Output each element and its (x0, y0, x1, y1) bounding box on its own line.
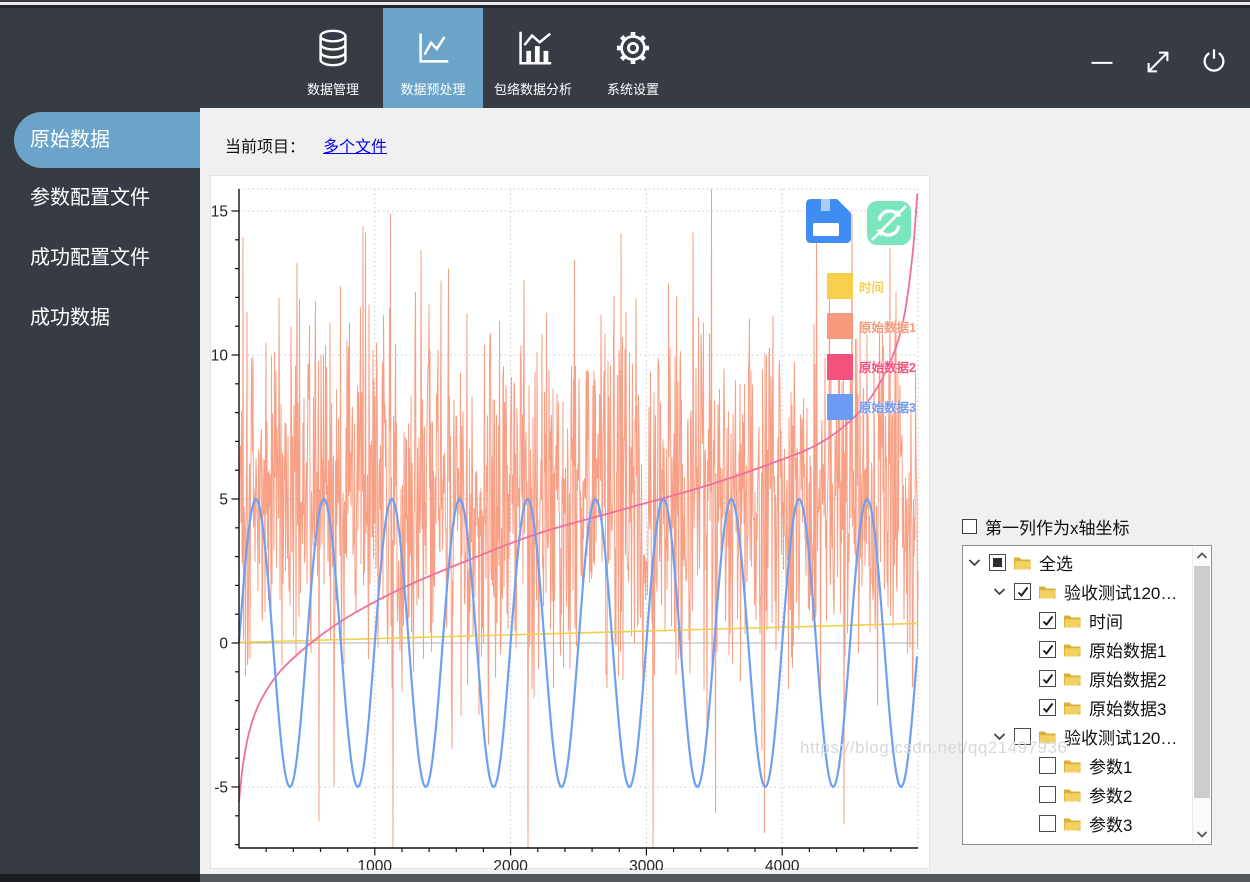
tree-checkbox[interactable] (1014, 583, 1031, 600)
toolbar: 数据管理 数据预处理 包络数据分析 系统设置 (0, 8, 1250, 108)
tab-envelope-analysis[interactable]: 包络数据分析 (483, 8, 583, 108)
tree-item-label: 时间 (1089, 613, 1123, 632)
tree-item-label: 参数3 (1089, 816, 1133, 835)
first-column-as-x-checkbox[interactable] (962, 519, 977, 534)
save-button[interactable] (806, 199, 851, 243)
folder-icon (1064, 673, 1082, 685)
folder-icon (1064, 702, 1082, 714)
minimize-button[interactable] (1086, 46, 1118, 78)
scrollbar-up-button[interactable] (1193, 547, 1211, 565)
floppy-disk-icon (806, 199, 851, 243)
tree-item-label: 原始数据1 (1089, 642, 1167, 661)
tree-row[interactable]: 参数2 (964, 780, 1192, 809)
tree-checkbox[interactable] (1039, 699, 1056, 716)
tree-item-label: 验收测试120… (1064, 729, 1178, 748)
data-tree-panel: 全选验收测试120… 时间原始数据1 原始数据2 原始数据3 验收测试120… 参数1 参数… (962, 545, 1212, 845)
tree-row[interactable]: 参数3 (964, 809, 1192, 838)
sidebar-item-label: 原始数据 (30, 129, 110, 151)
main-content: 当前项目： 多个文件 -5 0 5 10 15 1000 2000 3000 4000 时间原始数… (200, 108, 1250, 875)
gear-icon (611, 17, 655, 79)
folder-icon (1014, 557, 1032, 569)
sidebar-item-label: 成功数据 (30, 307, 110, 329)
sidebar-item-success-data[interactable]: 成功数据 (0, 294, 200, 342)
tree-item-label: 原始数据3 (1089, 700, 1167, 719)
window-bottom-edge (0, 874, 200, 882)
folder-icon (1064, 818, 1082, 830)
tree-row[interactable]: 时间 (964, 606, 1192, 635)
tab-label: 数据管理 (306, 82, 359, 97)
sync-disabled-icon (867, 201, 911, 245)
tree-checkbox[interactable] (989, 554, 1006, 571)
folder-icon (1064, 644, 1082, 656)
svg-text:15: 15 (211, 204, 228, 221)
tree-checkbox[interactable] (1039, 757, 1056, 774)
tab-system-settings[interactable]: 系统设置 (583, 8, 683, 108)
svg-text:5: 5 (219, 492, 228, 509)
tree-row[interactable]: 验收测试120… (964, 577, 1192, 606)
tree-item-label: 参数1 (1089, 758, 1133, 777)
project-label: 当前项目： (225, 139, 306, 156)
folder-icon (1064, 789, 1082, 801)
tree-scrollbar[interactable] (1192, 547, 1210, 843)
tree-row[interactable]: 全选 (964, 548, 1192, 577)
tree-row[interactable]: 原始数据2 (964, 664, 1192, 693)
tree-item-label: 验收测试120… (1064, 584, 1178, 603)
window-top-edge (0, 0, 1250, 8)
svg-text:4000: 4000 (765, 858, 800, 870)
tree-checkbox[interactable] (1039, 612, 1056, 629)
project-link[interactable]: 多个文件 (323, 139, 387, 156)
toolbar-tabs: 数据管理 数据预处理 包络数据分析 系统设置 (283, 8, 683, 108)
sidebar-item-raw-data[interactable]: 原始数据 (14, 112, 200, 168)
data-tree: 全选验收测试120… 时间原始数据1 原始数据2 原始数据3 验收测试120… 参数1 参数… (964, 548, 1192, 844)
window-controls (1086, 46, 1230, 78)
chevron-down-icon[interactable] (993, 587, 1014, 596)
sidebar-item-label: 成功配置文件 (30, 247, 150, 269)
svg-text:2000: 2000 (493, 858, 528, 870)
svg-text:0: 0 (219, 636, 228, 653)
chart-panel: -5 0 5 10 15 1000 2000 3000 4000 时间 原始数据1 原始数据2 原始数… (210, 175, 930, 875)
tab-label: 数据预处理 (400, 82, 466, 97)
chevron-down-icon[interactable] (968, 558, 989, 567)
line-chart-icon (412, 17, 454, 79)
watermark: https://blog.csdn.net/qq21497936 (800, 738, 1068, 757)
tree-checkbox[interactable] (1039, 786, 1056, 803)
svg-text:1000: 1000 (358, 858, 393, 870)
tab-data-management[interactable]: 数据管理 (283, 8, 383, 108)
tree-item-label: 原始数据2 (1089, 671, 1167, 690)
folder-icon (1064, 760, 1082, 772)
svg-text:3000: 3000 (629, 858, 664, 870)
power-button[interactable] (1198, 46, 1230, 78)
tree-item-label: 参数2 (1089, 787, 1133, 806)
tree-checkbox[interactable] (1039, 641, 1056, 658)
tab-label: 包络数据分析 (493, 82, 572, 97)
auto-refresh-toggle-button[interactable] (867, 201, 911, 245)
first-column-as-x-label: 第一列作为x轴坐标 (985, 519, 1130, 538)
folder-icon (1039, 586, 1057, 598)
sidebar: 原始数据 参数配置文件 成功配置文件 成功数据 (0, 108, 200, 874)
tree-row[interactable] (964, 838, 1192, 844)
chart: -5 0 5 10 15 1000 2000 3000 4000 (211, 188, 919, 875)
scrollbar-down-button[interactable] (1193, 825, 1211, 843)
bar-chart-icon (511, 17, 555, 79)
window-bottom-edge (200, 874, 1250, 882)
maximize-button[interactable] (1142, 46, 1174, 78)
tree-row[interactable]: 原始数据3 (964, 693, 1192, 722)
sidebar-item-label: 参数配置文件 (30, 187, 150, 209)
svg-text:10: 10 (211, 348, 228, 365)
current-project-row: 当前项目： 多个文件 (225, 133, 387, 157)
tree-item-label: 全选 (1039, 555, 1073, 574)
tab-data-preprocessing[interactable]: 数据预处理 (383, 8, 483, 108)
tree-checkbox[interactable] (1039, 815, 1056, 832)
x-axis-option-row: 第一列作为x轴坐标 (962, 514, 1130, 539)
folder-icon (1064, 615, 1082, 627)
database-icon (312, 17, 354, 79)
tree-row[interactable]: 原始数据1 (964, 635, 1192, 664)
svg-text:-5: -5 (214, 780, 228, 797)
tree-checkbox[interactable] (1039, 670, 1056, 687)
scrollbar-thumb[interactable] (1194, 566, 1210, 798)
sidebar-item-param-config-file[interactable]: 参数配置文件 (0, 174, 200, 222)
tab-label: 系统设置 (606, 82, 659, 97)
sidebar-item-success-config-file[interactable]: 成功配置文件 (0, 234, 200, 282)
